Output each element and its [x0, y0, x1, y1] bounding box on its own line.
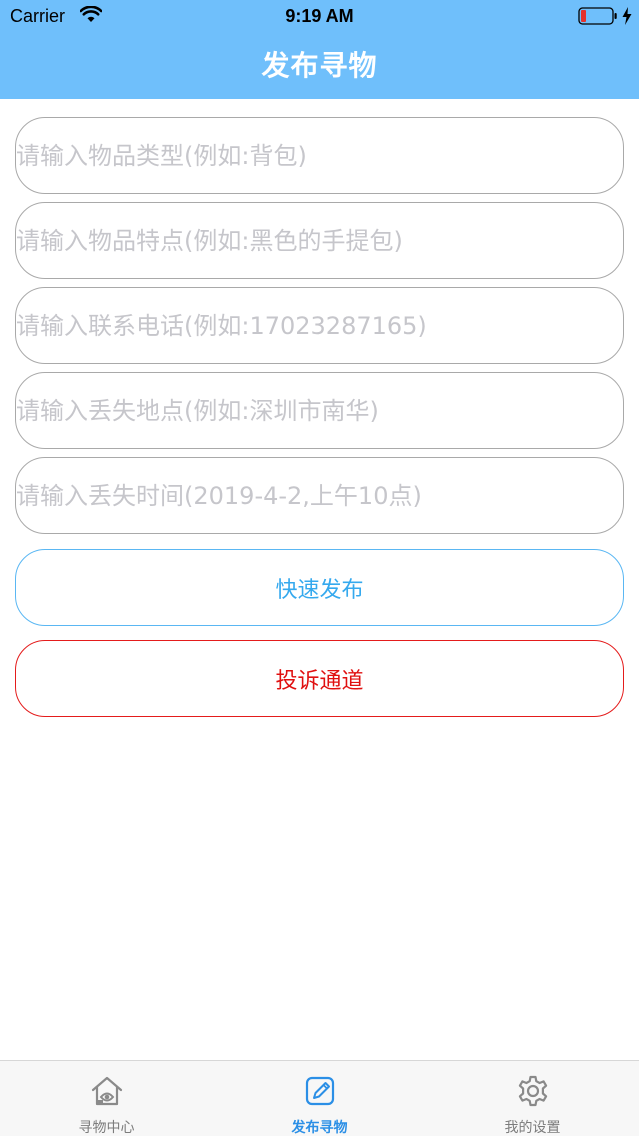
tab-search-center[interactable]: 寻物中心	[0, 1061, 213, 1136]
tab-label: 寻物中心	[78, 1120, 135, 1136]
status-bar: Carrier 9:19 AM	[0, 0, 639, 34]
gear-icon	[518, 1075, 548, 1107]
lost-location-field[interactable]	[15, 372, 624, 449]
publish-button[interactable]: 快速发布	[15, 549, 624, 626]
page-title: 发布寻物	[261, 49, 378, 82]
status-time: 9:19 AM	[285, 6, 354, 26]
complain-button[interactable]: 投诉通道	[15, 640, 624, 717]
item-type-field[interactable]	[15, 117, 624, 194]
tab-publish[interactable]: 发布寻物	[213, 1061, 426, 1136]
lost-location-input[interactable]	[16, 373, 623, 448]
home-eye-icon	[91, 1076, 123, 1106]
charging-icon	[622, 7, 632, 25]
item-type-input[interactable]	[16, 118, 623, 193]
screen: Carrier 9:19 AM 发布寻物 请输入物品类型(例如:背包) 请输入物…	[0, 0, 639, 1136]
battery-icon	[578, 7, 617, 25]
tab-my-settings[interactable]: 我的设置	[426, 1061, 639, 1136]
tab-bar: 寻物中心 发布寻物 我的设置	[0, 1060, 639, 1136]
header: Carrier 9:19 AM 发布寻物	[0, 0, 639, 99]
tab-label: 我的设置	[504, 1120, 561, 1136]
edit-icon	[305, 1076, 335, 1106]
tab-label: 发布寻物	[291, 1120, 348, 1136]
lost-time-field[interactable]	[15, 457, 624, 534]
item-feature-field[interactable]	[15, 202, 624, 279]
item-feature-input[interactable]	[16, 203, 623, 278]
phone-input[interactable]	[16, 288, 623, 363]
phone-field[interactable]	[15, 287, 624, 364]
lost-time-input[interactable]	[16, 458, 623, 533]
